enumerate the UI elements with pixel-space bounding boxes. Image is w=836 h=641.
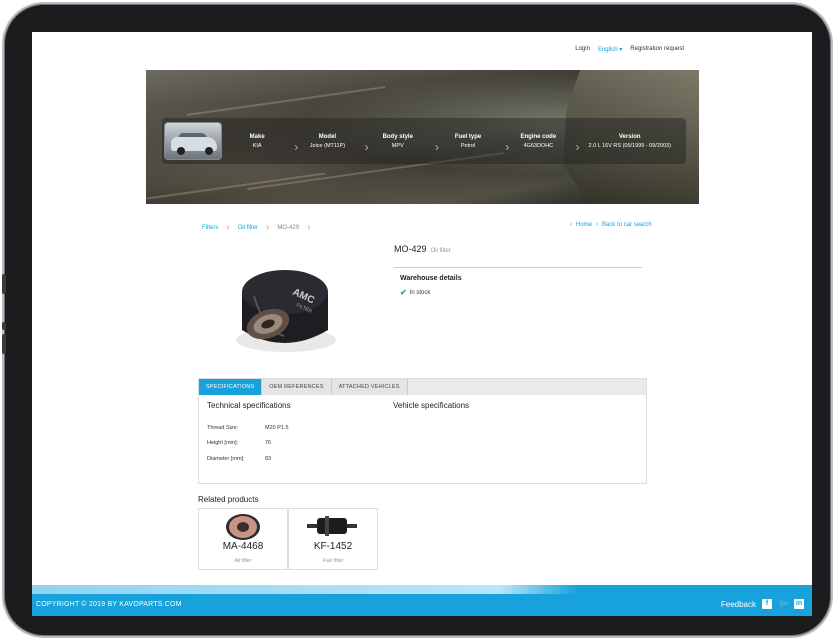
chevron-left-icon: ‹ [596,222,599,228]
login-link[interactable]: Login [575,46,590,53]
page-nav-links: ‹ Home ‹ Back to car search [570,222,652,228]
vehicle-engine-code[interactable]: Engine code 4G63DOHC › [503,134,580,154]
related-product-code: MA-4468 [222,541,264,552]
product-tabs: SPECIFICATIONS OEM REFERENCES ATTACHED V… [198,378,647,484]
spec-row: Thread Size: M20 P1.5 [207,425,289,431]
copyright-text: COPYRIGHT © 2019 BY KAVOPARTS.COM [36,601,182,608]
chevron-left-icon: ‹ [570,222,572,228]
breadcrumb: Filters › Oil filter › MO-429 › [202,222,310,233]
tablet-frame: Login English ▾ Registration request Mak… [2,2,833,638]
spec-label: Thread Size: [207,425,239,431]
spec-label: Diameter [mm]: [207,456,245,462]
tab-oem-references[interactable]: OEM REFERENCES [262,379,332,395]
registration-link[interactable]: Registration request [630,46,684,53]
related-product-code: KF-1452 [313,541,353,552]
related-product-type: Air filter [234,558,252,564]
vehicle-breadcrumb-bar: Make KIA › Model Joice (MT11P) › Body style M… [162,118,686,164]
divider [394,267,642,268]
vehicle-fuel-type[interactable]: Fuel type Petrol › [433,134,509,154]
product-image: AMC FILTER [224,244,344,364]
vehicle-thumbnail [164,122,222,160]
spec-value: M20 P1.5 [265,425,289,431]
product-category: Oil filter [430,248,451,254]
related-product-type: Fuel filter [322,558,344,564]
screen: Login English ▾ Registration request Mak… [32,32,812,616]
chevron-right-icon: › [226,222,230,233]
tab-specifications[interactable]: SPECIFICATIONS [199,379,263,395]
top-nav: Login English ▾ Registration request [575,46,684,53]
related-product-card[interactable]: KF-1452 Fuel filter [288,508,378,570]
check-icon: ✔ [400,288,407,297]
vehicle-body-style[interactable]: Body style MPV › [363,134,439,154]
side-indicator [2,322,6,330]
product-title: MO-429 Oil filter [394,244,451,254]
volume-down-button [2,334,6,354]
footer-links: Feedback f 🐦 in [721,599,804,609]
tab-bar: SPECIFICATIONS OEM REFERENCES ATTACHED V… [199,379,646,395]
product-code: MO-429 [394,244,427,254]
technical-specs-title: Technical specifications [207,401,291,410]
breadcrumb-oil-filter[interactable]: Oil filter [238,225,258,231]
air-filter-image [226,514,260,540]
twitter-icon[interactable]: 🐦 [778,599,789,609]
language-select[interactable]: English ▾ [598,46,622,53]
tab-content: Technical specifications Vehicle specifi… [199,395,646,484]
feedback-link[interactable]: Feedback [721,600,756,609]
chevron-right-icon: › [266,222,270,233]
warehouse-title: Warehouse details [400,275,462,282]
back-to-car-search-link[interactable]: Back to car search [602,222,652,228]
tab-attached-vehicles[interactable]: ATTACHED VEHICLES [331,379,408,395]
vehicle-version[interactable]: Version 2.0 L 16V RS (05/1999 - 09/2003) [573,134,685,149]
footer: COPYRIGHT © 2019 BY KAVOPARTS.COM Feedba… [32,594,812,616]
home-link[interactable]: Home [576,222,592,228]
spec-value: 76 [265,440,272,446]
spec-row: Height [mm]: 76 [207,440,271,446]
spec-value: 83 [265,456,272,462]
breadcrumb-current: MO-429 [277,224,300,231]
vehicle-model[interactable]: Model Joice (MT11P) › [292,134,369,154]
vehicle-make[interactable]: Make KIA › [222,134,299,154]
linkedin-icon[interactable]: in [794,599,804,609]
hero-banner: Make KIA › Model Joice (MT11P) › Body style M… [146,70,699,204]
breadcrumb-filters[interactable]: Filters [202,225,218,231]
spec-label: Height [mm]: [207,440,239,446]
related-products-title: Related products [198,495,259,504]
volume-up-button [2,274,6,294]
stock-status: ✔ In stock [400,288,430,297]
fuel-filter-image [307,516,357,536]
facebook-icon[interactable]: f [762,599,772,609]
stock-label: In stock [409,289,431,296]
vehicle-specs-title: Vehicle specifications [393,401,470,410]
chevron-right-icon: › [307,222,311,233]
related-product-card[interactable]: MA-4468 Air filter [198,508,288,570]
spec-row: Diameter [mm]: 83 [207,456,271,462]
